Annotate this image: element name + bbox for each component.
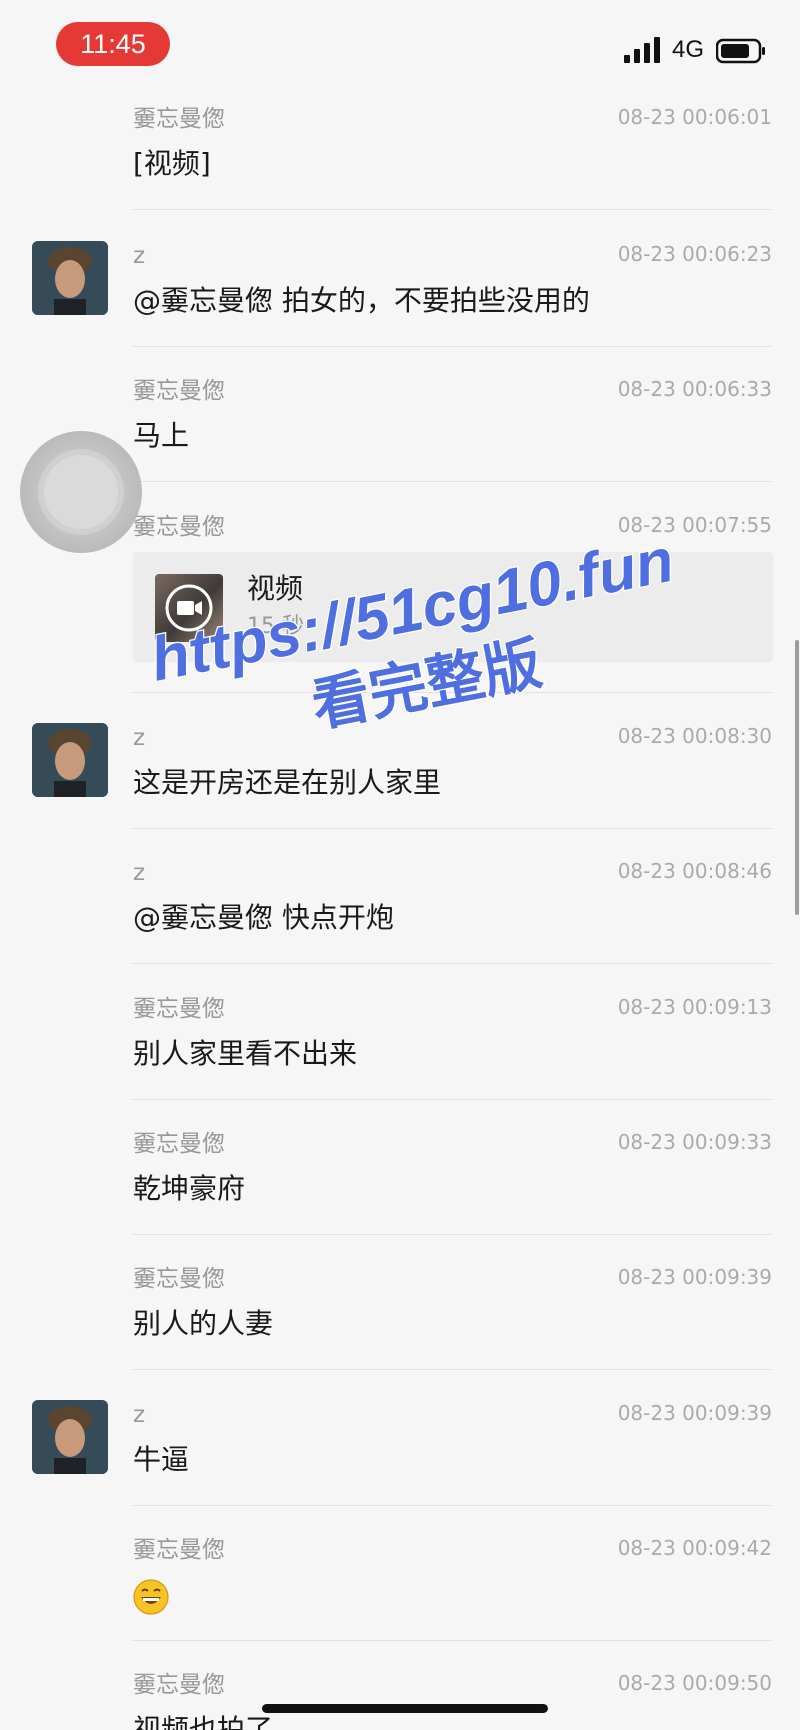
video-message-card[interactable]: 视频 15 秒 bbox=[133, 552, 773, 662]
message-timestamp: 08-23 00:07:55 bbox=[617, 513, 772, 537]
message-sender: z bbox=[133, 243, 146, 269]
avatar[interactable] bbox=[32, 723, 108, 797]
avatar-image bbox=[32, 1400, 108, 1474]
message-divider bbox=[132, 1369, 772, 1370]
chat-screen: 11:45 4G 嫑忘曼偬 08-23 00:06:01 [视频] z 08-2… bbox=[0, 0, 800, 1730]
message-divider bbox=[132, 1234, 772, 1235]
video-duration: 15 秒 bbox=[247, 614, 304, 639]
message-text: 别人家里看不出来 bbox=[133, 1037, 358, 1070]
assistive-touch-button[interactable] bbox=[20, 431, 142, 553]
message-sender: 嫑忘曼偬 bbox=[133, 378, 225, 404]
message-sender: 嫑忘曼偬 bbox=[133, 1131, 225, 1157]
status-time: 11:45 bbox=[56, 22, 170, 66]
video-camera-icon bbox=[165, 584, 213, 632]
message-text: [视频] bbox=[133, 147, 211, 180]
grinning-face-icon bbox=[133, 1579, 169, 1615]
message-timestamp: 08-23 00:09:50 bbox=[617, 1671, 772, 1695]
message-timestamp: 08-23 00:09:33 bbox=[617, 1130, 772, 1154]
chat-message[interactable]: z 08-23 00:06:23 @嫑忘曼偬 拍女的，不要拍些没用的 bbox=[0, 229, 800, 347]
message-text: 这是开房还是在别人家里 bbox=[133, 766, 442, 799]
message-divider bbox=[132, 692, 772, 693]
signal-icon bbox=[624, 37, 660, 63]
message-timestamp: 08-23 00:08:46 bbox=[617, 859, 772, 883]
chat-message[interactable]: 嫑忘曼偬 08-23 00:09:42 bbox=[0, 1523, 800, 1641]
message-divider bbox=[132, 1640, 772, 1641]
chat-message[interactable]: z 08-23 00:09:39 牛逼 bbox=[0, 1388, 800, 1506]
message-sender: 嫑忘曼偬 bbox=[133, 996, 225, 1022]
message-divider bbox=[132, 828, 772, 829]
message-divider bbox=[132, 346, 772, 347]
message-divider bbox=[132, 963, 772, 964]
scroll-indicator[interactable] bbox=[795, 640, 799, 915]
message-sender: 嫑忘曼偬 bbox=[133, 1672, 225, 1698]
message-timestamp: 08-23 00:06:23 bbox=[617, 242, 772, 266]
chat-message[interactable]: 嫑忘曼偬 08-23 00:09:13 别人家里看不出来 bbox=[0, 982, 800, 1100]
message-text: 视频也拍了 bbox=[133, 1713, 274, 1730]
assistive-touch-ring bbox=[44, 455, 118, 529]
message-text: @嫑忘曼偬 快点开炮 bbox=[133, 901, 394, 934]
chat-message[interactable]: 嫑忘曼偬 08-23 00:09:39 别人的人妻 bbox=[0, 1252, 800, 1370]
message-sender: z bbox=[133, 725, 146, 751]
status-bar: 11:45 4G bbox=[0, 0, 800, 92]
message-divider bbox=[132, 209, 772, 210]
message-sender: z bbox=[133, 1402, 146, 1428]
message-sender: 嫑忘曼偬 bbox=[133, 514, 225, 540]
message-timestamp: 08-23 00:09:39 bbox=[617, 1265, 772, 1289]
message-timestamp: 08-23 00:08:30 bbox=[617, 724, 772, 748]
message-timestamp: 08-23 00:06:01 bbox=[617, 105, 772, 129]
message-sender: 嫑忘曼偬 bbox=[133, 106, 225, 132]
avatar-image bbox=[32, 723, 108, 797]
message-sender: 嫑忘曼偬 bbox=[133, 1266, 225, 1292]
message-text: 乾坤豪府 bbox=[133, 1172, 246, 1205]
avatar[interactable] bbox=[32, 1400, 108, 1474]
chat-message[interactable]: z 08-23 00:08:30 这是开房还是在别人家里 bbox=[0, 711, 800, 829]
avatar-image bbox=[32, 241, 108, 315]
message-divider bbox=[132, 1099, 772, 1100]
message-text: @嫑忘曼偬 拍女的，不要拍些没用的 bbox=[133, 284, 590, 317]
message-timestamp: 08-23 00:09:13 bbox=[617, 995, 772, 1019]
video-title: 视频 bbox=[247, 572, 304, 605]
message-sender: 嫑忘曼偬 bbox=[133, 1537, 225, 1563]
network-type: 4G bbox=[672, 36, 705, 63]
chat-message[interactable]: 嫑忘曼偬 08-23 00:06:01 [视频] bbox=[0, 92, 800, 210]
message-text: 别人的人妻 bbox=[133, 1307, 274, 1340]
message-sender: z bbox=[133, 860, 146, 886]
avatar[interactable] bbox=[32, 241, 108, 315]
battery-icon bbox=[716, 38, 765, 64]
message-timestamp: 08-23 00:09:39 bbox=[617, 1401, 772, 1425]
message-text: 马上 bbox=[133, 419, 190, 452]
chat-message[interactable]: z 08-23 00:08:46 @嫑忘曼偬 快点开炮 bbox=[0, 846, 800, 964]
message-timestamp: 08-23 00:06:33 bbox=[617, 377, 772, 401]
message-divider bbox=[132, 1505, 772, 1506]
message-text: 牛逼 bbox=[133, 1443, 190, 1476]
message-divider bbox=[132, 481, 772, 482]
chat-message[interactable]: 嫑忘曼偬 08-23 00:09:33 乾坤豪府 bbox=[0, 1117, 800, 1235]
video-thumbnail bbox=[155, 574, 223, 642]
message-timestamp: 08-23 00:09:42 bbox=[617, 1536, 772, 1560]
home-indicator[interactable] bbox=[262, 1704, 548, 1713]
chat-message[interactable]: 嫑忘曼偬 08-23 00:09:50 视频也拍了 bbox=[0, 1658, 800, 1730]
